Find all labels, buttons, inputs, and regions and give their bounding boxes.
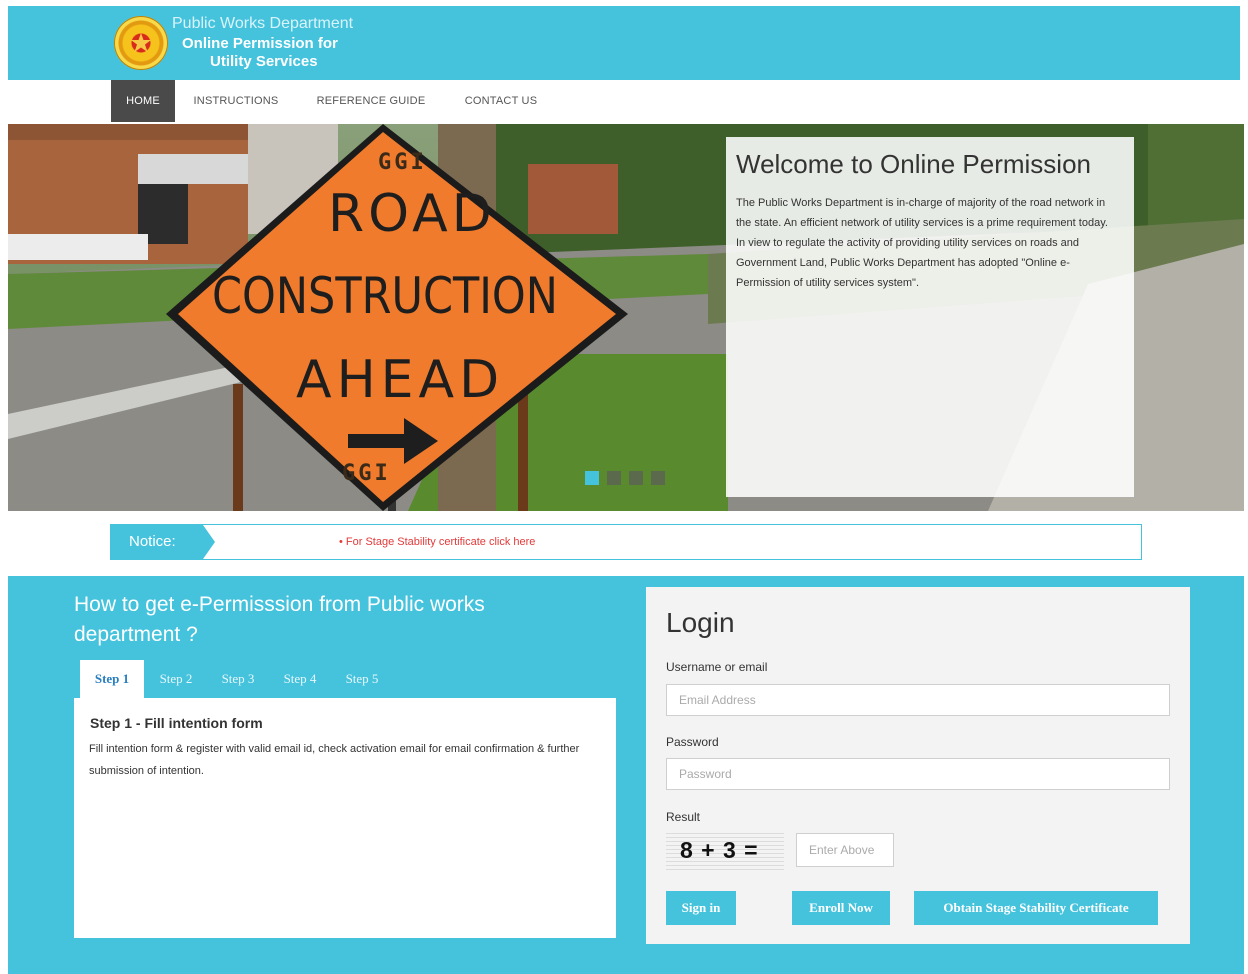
step-content-panel: Step 1 - Fill intention form Fill intent… xyxy=(74,698,616,938)
nav-reference-guide[interactable]: REFERENCE GUIDE xyxy=(305,80,437,122)
carousel-dot-3[interactable] xyxy=(629,471,643,485)
nav-contact-us[interactable]: CONTACT US xyxy=(454,80,548,122)
step-title: Step 1 - Fill intention form xyxy=(90,715,263,731)
captcha-text: 8 + 3 = xyxy=(680,837,759,863)
nav-instructions[interactable]: INSTRUCTIONS xyxy=(184,80,288,122)
login-title: Login xyxy=(666,607,735,638)
hero-carousel[interactable]: GGI ROAD CONSTRUCTION AHEAD GGI Welcome … xyxy=(8,124,1244,511)
step-description: Fill intention form & register with vali… xyxy=(89,743,580,777)
site-title-line2: Utility Services xyxy=(210,53,318,70)
captcha-answer-input[interactable] xyxy=(796,833,894,867)
tab-step-5[interactable]: Step 5 xyxy=(336,660,388,698)
state-emblem-logo xyxy=(114,16,168,70)
sign-line-road: ROAD xyxy=(328,184,496,244)
stage-stability-notice-link[interactable]: • For Stage Stability certificate click … xyxy=(339,536,535,548)
notice-arrow xyxy=(203,525,215,559)
tab-step-2[interactable]: Step 2 xyxy=(150,660,202,698)
notice-label: Notice: xyxy=(111,525,203,559)
welcome-title: Welcome to Online Permission xyxy=(736,149,1091,179)
how-to-title: How to get e-Permisssion from Public wor… xyxy=(74,593,485,646)
main-nav: HOME INSTRUCTIONS REFERENCE GUIDE CONTAC… xyxy=(8,80,1240,124)
site-title-line1: Online Permission for xyxy=(182,35,338,52)
sign-in-button[interactable]: Sign in xyxy=(666,891,736,925)
password-input[interactable] xyxy=(666,758,1170,790)
welcome-panel: Welcome to Online Permission The Public … xyxy=(726,137,1134,497)
nav-home[interactable]: HOME xyxy=(111,80,175,122)
obtain-certificate-button[interactable]: Obtain Stage Stability Certificate xyxy=(914,891,1158,925)
username-label: Username or email xyxy=(666,660,768,674)
carousel-dot-2[interactable] xyxy=(607,471,621,485)
info-login-section: How to get e-Permisssion from Public wor… xyxy=(8,576,1244,974)
notice-bar: Notice: • For Stage Stability certificat… xyxy=(110,524,1142,560)
sign-code-top: GGI xyxy=(378,150,427,175)
password-label: Password xyxy=(666,735,719,749)
captcha-image: 8 + 3 = xyxy=(666,831,784,873)
carousel-dot-1[interactable] xyxy=(585,471,599,485)
welcome-text: The Public Works Department is in-charge… xyxy=(736,197,1108,289)
carousel-indicators xyxy=(585,471,673,490)
department-name: Public Works Department xyxy=(172,15,354,32)
sign-line-construction: CONSTRUCTION xyxy=(212,267,558,325)
username-input[interactable] xyxy=(666,684,1170,716)
enroll-now-button[interactable]: Enroll Now xyxy=(792,891,890,925)
site-header: Public Works Department Online Permissio… xyxy=(8,6,1240,80)
result-label: Result xyxy=(666,810,701,824)
sign-line-ahead: AHEAD xyxy=(296,350,505,410)
tab-step-1[interactable]: Step 1 xyxy=(80,660,144,698)
tab-step-3[interactable]: Step 3 xyxy=(212,660,264,698)
carousel-dot-4[interactable] xyxy=(651,471,665,485)
sign-code-bottom: GGI xyxy=(342,461,391,486)
tab-step-4[interactable]: Step 4 xyxy=(274,660,326,698)
login-panel: Login Username or email Password Result … xyxy=(646,587,1190,944)
